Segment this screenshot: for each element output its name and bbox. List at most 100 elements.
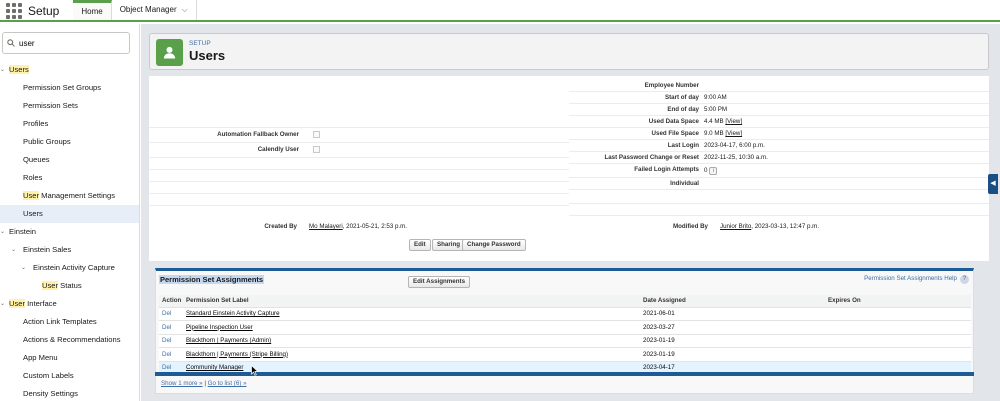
field-value-text: 0 <box>704 167 708 174</box>
permission-set-link[interactable]: Standard Einstein Activity Capture <box>183 307 640 321</box>
detail-row-last-password-change: Last Password Change or Reset 2022-11-25,… <box>569 152 989 164</box>
tree-node-einstein-activity-capture[interactable]: ⌄ Einstein Activity Capture <box>0 259 139 277</box>
field-value: 4.4 MB [View] <box>704 118 742 125</box>
edit-assignments-button[interactable]: Edit Assignments <box>408 276 471 288</box>
info-icon[interactable]: i <box>709 167 718 175</box>
sidebar-item-action-link-templates[interactable]: Action Link Templates <box>0 313 139 331</box>
sidebar-item-users[interactable]: Users <box>0 205 139 223</box>
section-divider <box>155 372 974 376</box>
sidebar-item-user-management-settings[interactable]: User Management Settings <box>0 187 139 205</box>
chevron-down-icon[interactable]: ⌄ <box>11 241 16 259</box>
field-label: Start of day <box>664 94 699 101</box>
app-launcher-icon[interactable] <box>6 3 22 19</box>
sidebar-item-public-groups[interactable]: Public Groups <box>0 133 139 151</box>
chevron-down-icon[interactable]: ⌄ <box>21 259 26 277</box>
sidebar-item-label: Einstein Sales <box>23 245 72 254</box>
chevron-left-icon: ◀ <box>990 180 996 187</box>
expires-on-cell <box>825 347 971 362</box>
related-list-help-link[interactable]: Permission Set Assignments Help? <box>864 275 969 284</box>
detail-row-empty <box>149 116 569 128</box>
detail-row-start-of-day: Start of day 9:00 AM <box>569 92 989 104</box>
tree-node-users[interactable]: ⌄ Users <box>0 61 139 79</box>
detail-row-calendly-user: Calendly User <box>149 143 569 158</box>
calendly-user-checkbox <box>313 146 320 153</box>
column-header-expires-on: Expires On <box>825 295 971 308</box>
column-header-label: Permission Set Label <box>183 295 640 308</box>
created-by-user-link[interactable]: Mo Malayeri <box>309 223 343 230</box>
sidebar-item-queues[interactable]: Queues <box>0 151 139 169</box>
permission-set-link[interactable]: Blackthorn | Payments (Admin) <box>183 334 640 348</box>
field-value-text: 4.4 MB <box>704 118 724 125</box>
collapse-panel-toggle[interactable]: ◀ <box>988 174 998 194</box>
change-password-button[interactable]: Change Password <box>462 239 526 251</box>
tab-object-manager[interactable]: Object Manager ⌵ <box>112 0 197 20</box>
detail-row-last-login: Last Login 2023-04-17, 6:00 p.m. <box>569 140 989 152</box>
quick-find-search[interactable]: user <box>2 32 130 54</box>
tree-node-einstein-sales[interactable]: ⌄ Einstein Sales <box>0 241 139 259</box>
sidebar-item-density-settings[interactable]: Density Settings <box>0 385 139 401</box>
del-link[interactable]: Del <box>159 320 183 335</box>
sidebar-item-custom-labels[interactable]: Custom Labels <box>0 367 139 385</box>
field-value: 2023-04-17, 6:00 p.m. <box>704 142 765 149</box>
related-list-title: Permission Set Assignments <box>159 275 265 284</box>
sidebar-item-permission-set-groups[interactable]: Permission Set Groups <box>0 79 139 97</box>
del-link[interactable]: Del <box>159 334 183 348</box>
main-content: SETUP Users Employee Number Start of day… <box>141 24 1000 401</box>
chevron-down-icon[interactable]: ⌄ <box>0 223 5 241</box>
del-link[interactable]: Del <box>159 307 183 321</box>
search-match: User <box>9 299 26 308</box>
sidebar-item-permission-sets[interactable]: Permission Sets <box>0 97 139 115</box>
search-input[interactable]: user <box>19 39 35 48</box>
table-row: Del Standard Einstein Activity Capture 2… <box>159 307 971 321</box>
sidebar-item-user-status[interactable]: User Status <box>0 277 139 295</box>
detail-row-empty <box>149 158 569 170</box>
table-row: Del Pipeline Inspection User 2023-03-27 <box>159 320 971 335</box>
view-link[interactable]: [View] <box>725 130 742 137</box>
edit-button[interactable]: Edit <box>409 239 431 251</box>
assignments-table: Action Permission Set Label Date Assigne… <box>159 295 971 375</box>
modified-by-value: Junior Brito, 2023-03-13, 12:47 p.m. <box>720 223 819 230</box>
modified-by-user-link[interactable]: Junior Brito <box>720 223 751 230</box>
go-to-list-link[interactable]: Go to list (6) » <box>208 380 247 387</box>
chevron-down-icon[interactable]: ⌄ <box>0 295 5 313</box>
search-match: User <box>23 191 40 200</box>
permission-set-link[interactable]: Pipeline Inspection User <box>183 320 640 335</box>
field-value: 0i <box>704 167 718 175</box>
tree-node-einstein[interactable]: ⌄ Einstein <box>0 223 139 241</box>
detail-row-individual: Individual <box>569 178 989 190</box>
show-more-link[interactable]: Show 1 more » <box>161 380 203 387</box>
sharing-button[interactable]: Sharing <box>432 239 466 251</box>
help-link-text[interactable]: Permission Set Assignments Help <box>864 275 957 282</box>
field-label: Used File Space <box>651 130 699 137</box>
sidebar-item-label: Custom Labels <box>23 371 74 380</box>
del-link[interactable]: Del <box>159 347 183 362</box>
permission-set-link[interactable]: Blackthorn | Payments (Stripe Billing) <box>183 347 640 362</box>
detail-row-employee-number: Employee Number <box>569 80 989 92</box>
date-assigned-cell: 2023-01-19 <box>640 347 825 362</box>
help-icon[interactable]: ? <box>960 275 969 284</box>
sidebar-item-label: Profiles <box>23 119 49 128</box>
view-link[interactable]: [View] <box>725 118 742 125</box>
chevron-down-icon[interactable]: ⌵ <box>182 0 188 21</box>
tree-node-user-interface[interactable]: ⌄ User Interface <box>0 295 139 313</box>
tab-home[interactable]: Home <box>73 0 112 20</box>
field-label: Calendly User <box>257 146 299 153</box>
mouse-cursor-icon <box>251 365 259 376</box>
sidebar-item-label: Management Settings <box>39 191 116 200</box>
user-icon <box>156 39 183 66</box>
sidebar-item-app-menu[interactable]: App Menu <box>0 349 139 367</box>
setup-tree: ⌄ Users Permission Set Groups Permission … <box>0 61 139 401</box>
field-label: Last Login <box>667 142 699 149</box>
field-label: Employee Number <box>644 82 699 89</box>
sidebar-item-actions-recommendations[interactable]: Actions & Recommendations <box>0 331 139 349</box>
detail-row-empty <box>569 204 989 216</box>
detail-row-used-data-space: Used Data Space 4.4 MB [View] <box>569 116 989 128</box>
field-value: 9.0 MB [View] <box>704 130 742 137</box>
sidebar-item-label: Permission Sets <box>23 101 78 110</box>
sidebar-item-profiles[interactable]: Profiles <box>0 115 139 133</box>
sidebar-item-label: App Menu <box>23 353 58 362</box>
chevron-down-icon[interactable]: ⌄ <box>0 61 5 79</box>
sidebar-item-label: Actions & Recommendations <box>23 335 121 344</box>
sidebar-item-roles[interactable]: Roles <box>0 169 139 187</box>
sidebar-item-label: Roles <box>23 173 43 182</box>
